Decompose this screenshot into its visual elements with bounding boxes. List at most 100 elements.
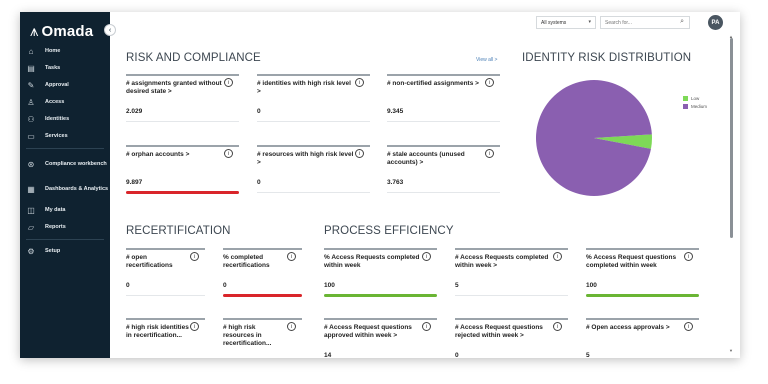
access-icon: ♙	[27, 98, 35, 107]
card-value: 0	[223, 282, 227, 289]
legend-item-low[interactable]: Low	[683, 94, 707, 102]
info-icon[interactable]: i	[485, 149, 494, 158]
info-icon[interactable]: i	[684, 322, 693, 331]
sidebar-item-home[interactable]: ⌂ Home	[20, 43, 110, 60]
sidebar-item-label: Approval	[45, 82, 69, 88]
sidebar-item-services[interactable]: ▭ Services	[20, 128, 110, 145]
card-bar	[257, 192, 370, 193]
sidebar-item-setup[interactable]: ⚙ Setup	[20, 243, 110, 260]
kpi-card[interactable]: # Access Request questions rejected with…	[455, 318, 568, 358]
kpi-card[interactable]: # identities with high risk level > i 0	[257, 74, 370, 124]
card-status-bar	[586, 294, 699, 297]
card-bar	[126, 295, 205, 296]
card-value: 100	[586, 282, 597, 289]
kpi-card[interactable]: % Access Requests completed within week …	[324, 248, 437, 298]
card-title: % Access Requests completed within week	[324, 254, 420, 269]
card-value: 0	[257, 179, 261, 186]
kpi-card[interactable]: # stale accounts (unused accounts) > i 3…	[387, 145, 500, 195]
process-efficiency-title: PROCESS EFFICIENCY	[324, 225, 454, 237]
info-icon[interactable]: i	[355, 78, 364, 87]
collapse-sidebar-button[interactable]: ‹	[104, 24, 116, 36]
sidebar-item-compliance-workbench[interactable]: ⊛ Compliance workbench	[20, 152, 110, 177]
kpi-card[interactable]: # Access Request questions approved with…	[324, 318, 437, 358]
legend-item-medium[interactable]: Medium	[683, 102, 707, 110]
card-status-bar	[126, 191, 239, 194]
info-icon[interactable]: i	[684, 252, 693, 261]
search-input[interactable]	[605, 20, 665, 26]
info-icon[interactable]: i	[422, 252, 431, 261]
info-icon[interactable]: i	[553, 252, 562, 261]
info-icon[interactable]: i	[190, 252, 199, 261]
card-value: 9.345	[387, 108, 404, 115]
legend-swatch-low	[683, 95, 688, 101]
legend-label: Low	[691, 95, 700, 101]
card-title: # high risk resources in recertification…	[223, 324, 272, 347]
info-icon[interactable]: i	[190, 322, 199, 331]
sidebar-divider	[26, 239, 104, 240]
card-title: # Access Requests completed within week …	[455, 254, 549, 269]
scrollbar-thumb[interactable]	[730, 38, 733, 238]
kpi-card[interactable]: # Access Requests completed within week …	[455, 248, 568, 298]
kpi-card[interactable]: # high risk identities in recertificatio…	[126, 318, 205, 358]
card-title: % completed recertifications	[223, 254, 270, 269]
recertification-title: RECERTIFICATION	[126, 225, 231, 237]
services-icon: ▭	[27, 132, 35, 141]
card-title: % Access Request questions completed wit…	[586, 254, 677, 269]
card-title: # Access Request questions rejected with…	[455, 324, 543, 339]
card-bar	[257, 121, 370, 122]
sidebar-item-label: Dashboards & Analytics	[45, 186, 109, 192]
kpi-card[interactable]: % completed recertifications i 0	[223, 248, 302, 298]
search-box[interactable]: ⌕	[600, 16, 690, 29]
sidebar-item-dashboards[interactable]: ▦ Dashboards & Analytics	[20, 177, 110, 202]
sidebar-item-label: Home	[45, 48, 61, 54]
logo-text: Omada	[41, 22, 94, 40]
sidebar-item-approval[interactable]: ✎ Approval	[20, 77, 110, 94]
info-icon[interactable]: i	[287, 322, 296, 331]
my-data-icon: ◫	[27, 206, 35, 215]
info-icon[interactable]: i	[355, 149, 364, 158]
kpi-card[interactable]: # high risk resources in recertification…	[223, 318, 302, 358]
sidebar-item-label: Setup	[45, 248, 61, 254]
info-icon[interactable]: i	[422, 322, 431, 331]
chevron-down-icon: ▾	[588, 19, 591, 25]
scroll-down-arrow[interactable]: ▼	[729, 348, 733, 353]
kpi-card[interactable]: # open recertifications i 0	[126, 248, 205, 298]
sidebar-item-access[interactable]: ♙ Access	[20, 94, 110, 111]
card-value: 5	[586, 352, 590, 358]
card-status-bar	[223, 294, 302, 297]
sidebar-item-my-data[interactable]: ◫ My data	[20, 202, 110, 219]
omada-logo[interactable]: ⩚ Omada	[30, 20, 93, 42]
kpi-card[interactable]: % Access Request questions completed wit…	[586, 248, 699, 298]
info-icon[interactable]: i	[287, 252, 296, 261]
sidebar-item-reports[interactable]: ▱ Reports	[20, 219, 110, 236]
kpi-card[interactable]: # Open access approvals > i 5	[586, 318, 699, 358]
kpi-card[interactable]: # orphan accounts > i 9.897	[126, 145, 239, 195]
sidebar-item-identities[interactable]: ⚇ Identities	[20, 111, 110, 128]
card-bar	[126, 121, 239, 122]
card-title: # non-certified assignments >	[387, 80, 479, 87]
card-value: 2.029	[126, 108, 143, 115]
view-all-link[interactable]: View all >	[476, 57, 497, 63]
risk-compliance-title: RISK AND COMPLIANCE	[126, 52, 261, 64]
home-icon: ⌂	[28, 47, 34, 56]
card-value: 0	[257, 108, 261, 115]
card-title: # resources with high risk level >	[257, 151, 354, 166]
info-icon[interactable]: i	[224, 149, 233, 158]
info-icon[interactable]: i	[224, 78, 233, 87]
kpi-card[interactable]: # resources with high risk level > i 0	[257, 145, 370, 195]
legend-swatch-medium	[683, 103, 688, 109]
identity-risk-pie-chart[interactable]	[532, 76, 656, 200]
search-icon[interactable]: ⌕	[680, 18, 684, 26]
system-select[interactable]: All systems ▾	[536, 16, 596, 29]
info-icon[interactable]: i	[485, 78, 494, 87]
info-icon[interactable]: i	[553, 322, 562, 331]
avatar[interactable]: PA	[708, 15, 723, 30]
sidebar-item-label: Compliance workbench	[45, 161, 107, 167]
kpi-card[interactable]: # non-certified assignments > i 9.345	[387, 74, 500, 124]
card-title: # high risk identities in recertificatio…	[126, 324, 189, 339]
card-title: # orphan accounts >	[126, 151, 190, 158]
sidebar-item-tasks[interactable]: ▤ Tasks	[20, 60, 110, 77]
sidebar-item-label: Services	[45, 133, 68, 139]
kpi-card[interactable]: # assignments granted without desired st…	[126, 74, 239, 124]
card-value: 9.897	[126, 179, 143, 186]
